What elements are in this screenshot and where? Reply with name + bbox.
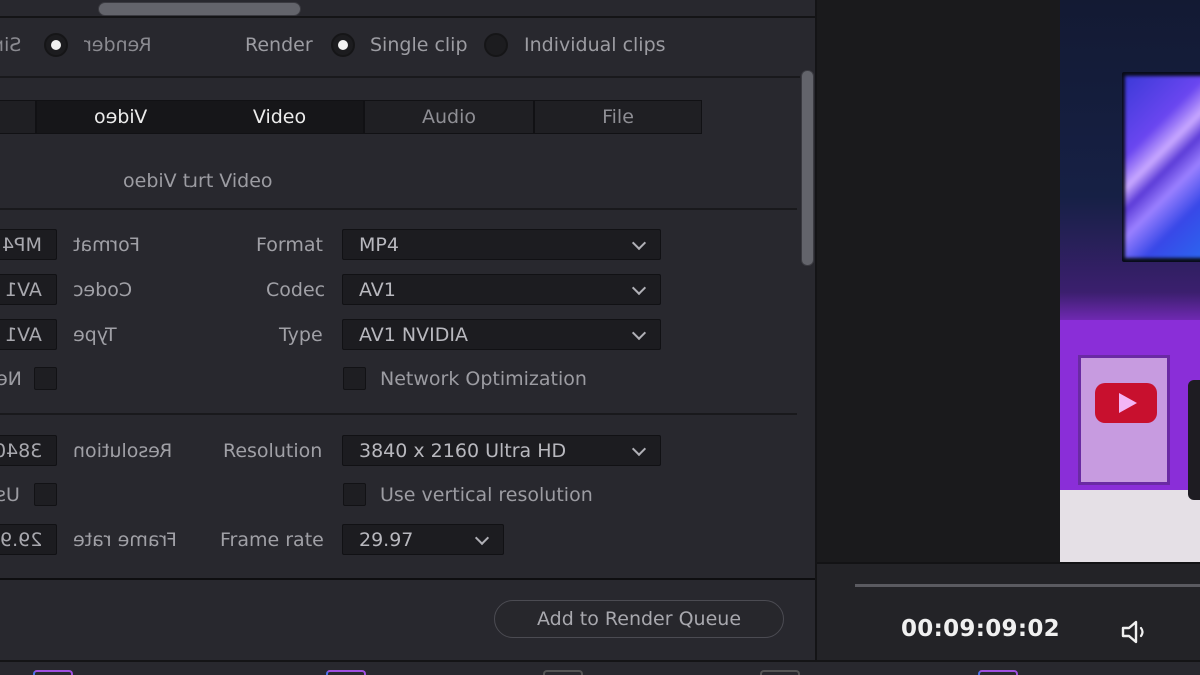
- render-label: Render: [245, 34, 313, 56]
- ghost-type-label: Type: [73, 324, 117, 346]
- ghost-frame-rate-label: Frame rate: [73, 529, 177, 551]
- section-divider: [0, 413, 797, 415]
- tab-audio-label: Audio: [421, 106, 476, 128]
- ghost-type-value: AV1: [5, 323, 42, 346]
- network-optimization-checkbox[interactable]: [343, 367, 366, 390]
- ghost-frame-rate-value: 29.9: [0, 528, 42, 551]
- ghost-tab-video: Video: [36, 100, 206, 134]
- chevron-down-icon: [632, 328, 644, 340]
- tab-file-label: File: [602, 106, 634, 128]
- frame-rate-value: 29.97: [359, 528, 414, 551]
- render-mode-row: Sin Render Render Single clip Individual…: [0, 20, 800, 78]
- video-content-floor: [1060, 490, 1200, 562]
- type-label: Type: [279, 324, 323, 346]
- chevron-down-icon: [475, 533, 487, 545]
- section-title-export-video: oebiV tɹrt Video: [123, 170, 273, 192]
- radio-single-clip-label[interactable]: Single clip: [370, 34, 468, 56]
- ghost-frame-rate-box: 29.9: [0, 524, 57, 555]
- codec-dropdown[interactable]: AV1: [342, 274, 661, 305]
- resolution-value: 3840 x 2160 Ultra HD: [359, 439, 567, 462]
- vertical-scrollbar-thumb[interactable]: [801, 70, 814, 266]
- page-button-deliver[interactable]: [978, 670, 1018, 675]
- page-button-fusion[interactable]: [760, 670, 800, 675]
- timecode: 00:09:09:02: [901, 616, 1060, 642]
- section-divider: [0, 208, 797, 210]
- use-vertical-resolution-checkbox[interactable]: [343, 483, 366, 506]
- ghost-codec-label: Codec: [73, 279, 133, 301]
- horizontal-scrollbar-thumb[interactable]: [98, 2, 301, 16]
- video-frame: [1060, 0, 1200, 562]
- ghost-format-value: MP4: [2, 233, 42, 256]
- ghost-radio: [44, 33, 68, 57]
- add-to-render-queue-label: Add to Render Queue: [536, 608, 742, 630]
- ghost-codec-value: AV1: [5, 278, 42, 301]
- ghost-format-box: MP4: [0, 229, 57, 260]
- radio-single-clip[interactable]: [331, 33, 355, 57]
- video-content-monitor: [1122, 72, 1200, 262]
- codec-value: AV1: [359, 278, 396, 301]
- radio-individual-clips[interactable]: [484, 33, 508, 57]
- page-button-edit[interactable]: [543, 670, 583, 675]
- ghost-render-label: Render: [84, 34, 152, 56]
- video-content-person: [1188, 380, 1200, 500]
- ghost-vertical-label: Us: [0, 484, 20, 506]
- timeline-scrubber[interactable]: [855, 584, 1200, 587]
- type-dropdown[interactable]: AV1 NVIDIA: [342, 319, 661, 350]
- format-label: Format: [256, 234, 323, 256]
- network-optimization-label[interactable]: Network Optimization: [380, 368, 587, 390]
- use-vertical-resolution-label[interactable]: Use vertical resolution: [380, 484, 593, 506]
- page-button-cut[interactable]: [326, 670, 366, 675]
- ghost-tab-video-label: Video: [94, 106, 148, 128]
- frame-rate-dropdown[interactable]: 29.97: [342, 524, 504, 555]
- ghost-format-label: Format: [73, 234, 140, 256]
- video-viewer[interactable]: [817, 0, 1200, 562]
- ghost-network-checkbox: [34, 367, 57, 390]
- page-navigation-bar: [0, 660, 1200, 675]
- video-content-poster: [1078, 355, 1170, 485]
- chevron-down-icon: [632, 444, 644, 456]
- ghost-type-box: AV1: [0, 319, 57, 350]
- resolution-dropdown[interactable]: 3840 x 2160 Ultra HD: [342, 435, 661, 466]
- ghost-codec-box: AV1: [0, 274, 57, 305]
- tab-audio[interactable]: Audio: [364, 100, 534, 134]
- render-settings-panel: Sin Render Render Single clip Individual…: [0, 0, 817, 660]
- codec-label: Codec: [266, 279, 326, 301]
- chevron-down-icon: [632, 283, 644, 295]
- resolution-label: Resolution: [223, 440, 323, 462]
- ghost-radio-label: Sin: [0, 34, 22, 56]
- add-to-render-queue-button[interactable]: Add to Render Queue: [494, 600, 784, 638]
- chevron-down-icon: [632, 238, 644, 250]
- ghost-resolution-box: 3840: [0, 435, 57, 466]
- ghost-resolution-value: 3840: [0, 439, 42, 462]
- speaker-icon[interactable]: [1119, 619, 1153, 645]
- viewer-transport: 00:09:09:02: [817, 562, 1200, 660]
- tab-video[interactable]: Video: [196, 100, 364, 134]
- ghost-resolution-label: Resolution: [73, 440, 173, 462]
- radio-individual-clips-label[interactable]: Individual clips: [524, 34, 666, 56]
- horizontal-scrollbar[interactable]: [0, 0, 815, 18]
- ghost-tab-edge: [0, 100, 36, 134]
- video-content-monitor-screen: [1125, 76, 1200, 258]
- frame-rate-label: Frame rate: [220, 529, 324, 551]
- render-settings-footer: Add to Render Queue: [0, 578, 815, 658]
- play-logo-icon: [1095, 383, 1157, 423]
- type-value: AV1 NVIDIA: [359, 323, 468, 346]
- tab-video-label: Video: [252, 106, 307, 128]
- page-button-media[interactable]: [33, 670, 73, 675]
- ghost-network-label: Ne: [0, 368, 22, 390]
- format-dropdown[interactable]: MP4: [342, 229, 661, 260]
- format-value: MP4: [359, 233, 399, 256]
- tab-file[interactable]: File: [534, 100, 702, 134]
- ghost-vertical-checkbox: [34, 483, 57, 506]
